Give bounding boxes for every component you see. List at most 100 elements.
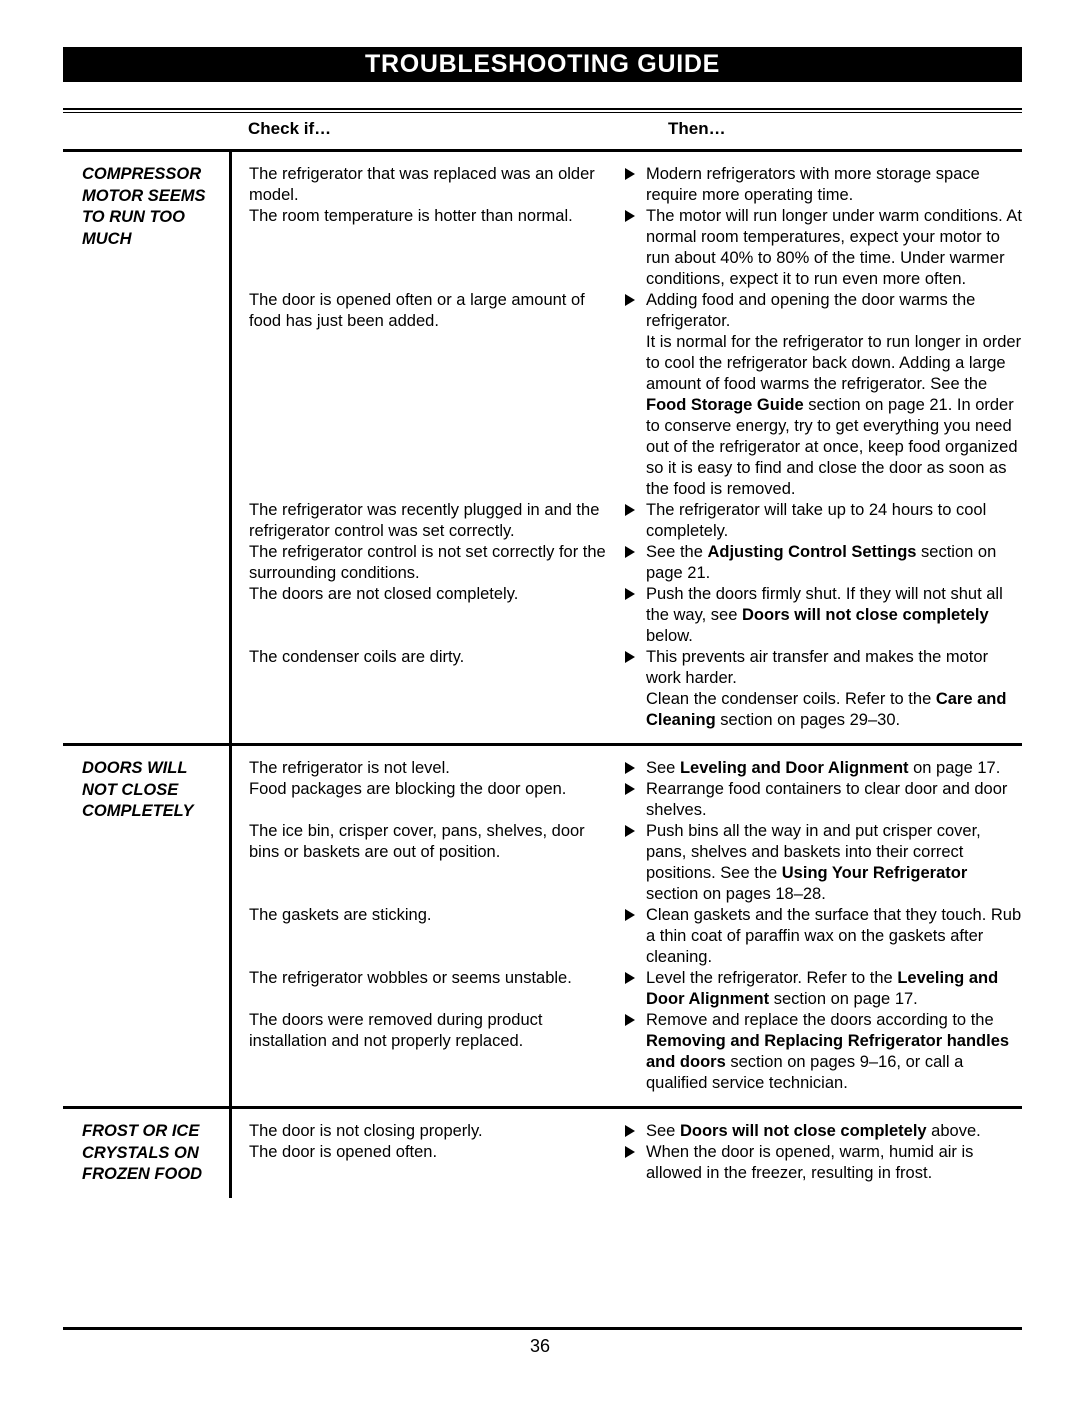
table-section: COMPRESSOR MOTOR SEEMS TO RUN TOO MUCH The r… [63,152,1022,743]
then-text-body: See Leveling and Door Alignment on page … [646,759,1001,777]
table-row: The room temperature is hotter than norm… [232,206,1022,290]
then-text-body: Adding food and opening the door warms t… [646,291,1022,498]
troubleshooting-table: Check if… Then… COMPRESSOR MOTOR SEEMS TO … [63,108,1022,1198]
check-if-text: The doors were removed during product in… [249,1011,543,1050]
then-text: The motor will run longer under warm con… [625,206,1022,290]
column-header-then: Then… [668,119,726,138]
then-text: Adding food and opening the door warms t… [625,290,1022,500]
table-section: DOORS WILL NOT CLOSE COMPLETELY The refrige… [63,743,1022,1106]
then-text-body: See Doors will not close completely abov… [646,1122,981,1140]
table-sections: COMPRESSOR MOTOR SEEMS TO RUN TOO MUCH The r… [63,152,1022,1198]
column-header-check-if: Check if… [248,119,332,138]
then-text-body: Push the doors firmly shut. If they will… [646,585,1003,645]
check-if-cell: The doors are not closed completely. [232,584,617,647]
table-row: The refrigerator control is not set corr… [232,542,1022,584]
triangle-bullet-icon [625,1146,635,1158]
then-text: The refrigerator will take up to 24 hour… [625,500,1022,542]
table-row: The refrigerator is not level. See Leveli… [232,758,1022,779]
then-text-body: This prevents air transfer and makes the… [646,648,1007,729]
triangle-bullet-icon [625,504,635,516]
triangle-bullet-icon [625,651,635,663]
table-row: The door is opened often or a large amou… [232,290,1022,500]
check-if-cell: The refrigerator that was replaced was a… [232,164,617,206]
check-if-text: The door is opened often. [249,1143,438,1161]
triangle-bullet-icon [625,294,635,306]
then-cell: The motor will run longer under warm con… [617,206,1022,290]
section-label-line: COMPRESSOR [82,165,202,183]
check-if-text: The condenser coils are dirty. [249,648,465,666]
table-row: The doors are not closed completely. Push… [232,584,1022,647]
then-text: Clean gaskets and the surface that they … [625,905,1022,968]
triangle-bullet-icon [625,210,635,222]
section-body: The refrigerator that was replaced was a… [232,152,1022,743]
check-if-text: The room temperature is hotter than norm… [249,207,573,225]
check-if-cell: The doors were removed during product in… [232,1010,617,1094]
check-if-cell: The door is opened often or a large amou… [232,290,617,500]
then-cell: See the Adjusting Control Settings secti… [617,542,1022,584]
then-cell: See Leveling and Door Alignment on page … [617,758,1022,779]
check-if-text: The refrigerator is not level. [249,759,450,777]
then-text-body: Remove and replace the doors according t… [646,1011,1010,1092]
table-row: The refrigerator was recently plugged in… [232,500,1022,542]
check-if-text: The gaskets are sticking. [249,906,432,924]
then-cell: Adding food and opening the door warms t… [617,290,1022,500]
section-label: FROST OR ICE CRYSTALS ON FROZEN FOOD [63,1109,232,1198]
then-cell: When the door is opened, warm, humid air… [617,1142,1022,1184]
then-text-body: See the Adjusting Control Settings secti… [646,543,997,582]
triangle-bullet-icon [625,1125,635,1137]
then-cell: Clean gaskets and the surface that they … [617,905,1022,968]
document-page: TROUBLESHOOTING GUIDE Check if… Then… CO… [0,0,1080,1405]
table-row: Food packages are blocking the door open… [232,779,1022,821]
then-cell: Push the doors firmly shut. If they will… [617,584,1022,647]
check-if-cell: The refrigerator was recently plugged in… [232,500,617,542]
then-cell: See Doors will not close completely abov… [617,1121,1022,1142]
then-text: See the Adjusting Control Settings secti… [625,542,1022,584]
page-title: TROUBLESHOOTING GUIDE [365,50,720,78]
table-row: The condenser coils are dirty. This preve… [232,647,1022,731]
check-if-text: The doors are not closed completely. [249,585,519,603]
section-label-line: FROZEN FOOD [82,1165,203,1183]
section-label-line: NOT CLOSE [82,780,179,799]
check-if-text: The refrigerator wobbles or seems unstab… [249,969,572,987]
then-text: This prevents air transfer and makes the… [625,647,1022,731]
section-label: DOORS WILL NOT CLOSE COMPLETELY [63,746,232,1106]
table-section: FROST OR ICE CRYSTALS ON FROZEN FOOD The do… [63,1106,1022,1198]
triangle-bullet-icon [625,1014,635,1026]
then-cell: Level the refrigerator. Refer to the Lev… [617,968,1022,1010]
then-text: When the door is opened, warm, humid air… [625,1142,1022,1184]
section-label-line: TO RUN TOO [82,208,185,226]
then-cell: Modern refrigerators with more storage s… [617,164,1022,206]
table-row: The refrigerator that was replaced was a… [232,164,1022,206]
footer-rule [63,1327,1022,1330]
triangle-bullet-icon [625,909,635,921]
triangle-bullet-icon [625,783,635,795]
then-cell: The refrigerator will take up to 24 hour… [617,500,1022,542]
table-row: The ice bin, crisper cover, pans, shelve… [232,821,1022,905]
then-text: Level the refrigerator. Refer to the Lev… [625,968,1022,1010]
table-row: The door is not closing properly. See Doo… [232,1121,1022,1142]
then-text-body: When the door is opened, warm, humid air… [646,1143,974,1182]
table-row: The door is opened often. When the door i… [232,1142,1022,1184]
check-if-cell: Food packages are blocking the door open… [232,779,617,821]
check-if-cell: The ice bin, crisper cover, pans, shelve… [232,821,617,905]
then-text-body: Level the refrigerator. Refer to the Lev… [646,969,999,1008]
then-text: See Leveling and Door Alignment on page … [625,758,1022,779]
check-if-cell: The refrigerator control is not set corr… [232,542,617,584]
check-if-cell: The gaskets are sticking. [232,905,617,968]
section-label-line: CRYSTALS ON [82,1143,199,1162]
section-body: The door is not closing properly. See Doo… [232,1109,1022,1198]
then-cell: Rearrange food containers to clear door … [617,779,1022,821]
check-if-cell: The condenser coils are dirty. [232,647,617,731]
triangle-bullet-icon [625,168,635,180]
then-cell: Remove and replace the doors according t… [617,1010,1022,1094]
section-label-line: COMPLETELY [82,802,194,820]
check-if-text: The door is opened often or a large amou… [249,291,585,330]
check-if-cell: The refrigerator is not level. [232,758,617,779]
section-body: The refrigerator is not level. See Leveli… [232,746,1022,1106]
then-text: See Doors will not close completely abov… [625,1121,1022,1142]
check-if-text: The refrigerator that was replaced was a… [249,165,595,204]
check-if-cell: The refrigerator wobbles or seems unstab… [232,968,617,1010]
page-title-bar: TROUBLESHOOTING GUIDE [63,47,1022,82]
table-row: The refrigerator wobbles or seems unstab… [232,968,1022,1010]
section-label-line: DOORS WILL [82,759,188,777]
